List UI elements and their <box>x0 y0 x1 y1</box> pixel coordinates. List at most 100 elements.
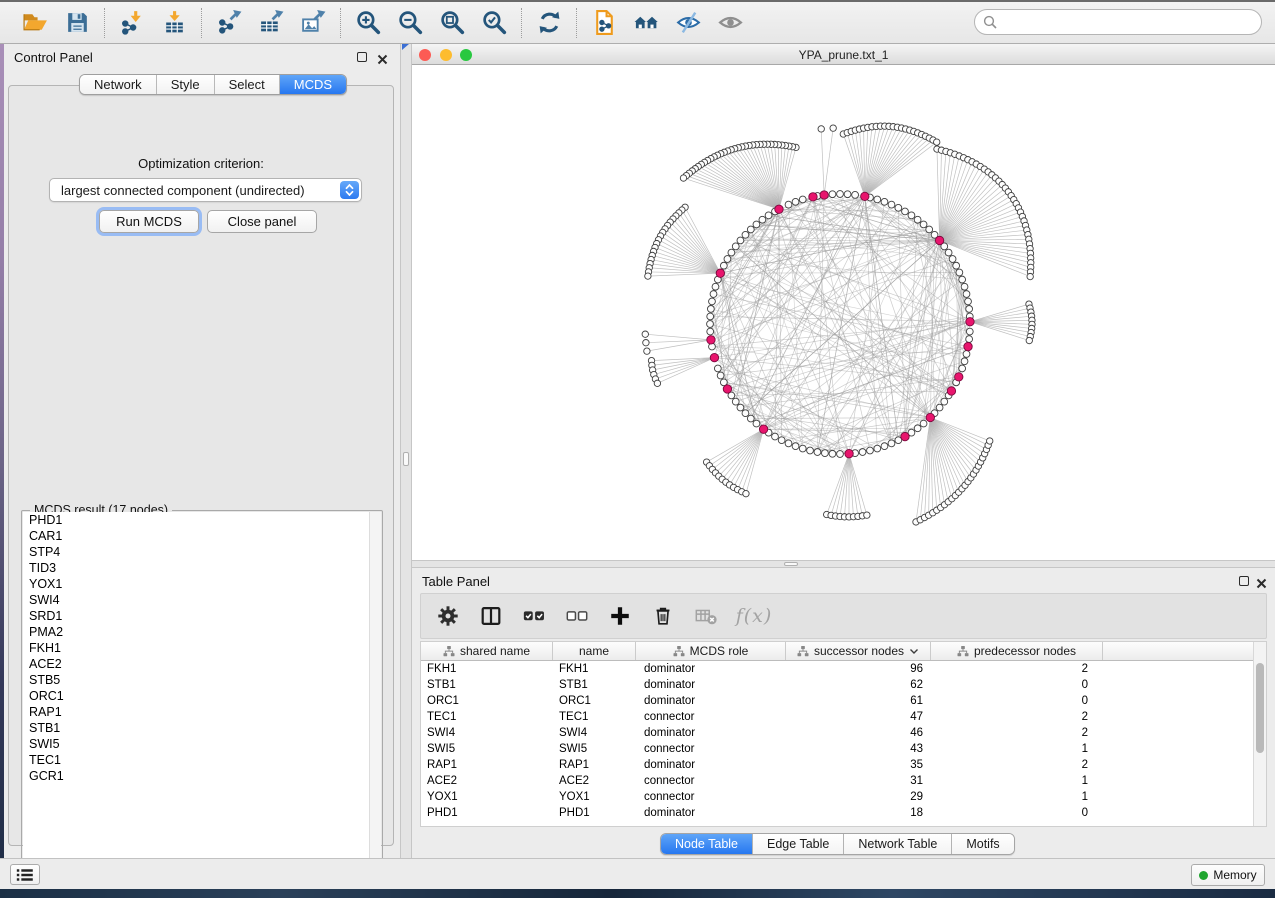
panel-menu-button[interactable] <box>10 864 40 885</box>
column-header-name[interactable]: name <box>553 642 636 660</box>
cell-name: SWI4 <box>553 725 636 741</box>
column-header-filler <box>1103 642 1253 660</box>
result-list-scrollbar[interactable] <box>369 512 381 875</box>
result-list-item[interactable]: RAP1 <box>23 704 371 720</box>
result-list-item[interactable]: SWI5 <box>23 736 371 752</box>
network-window-title: YPA_prune.txt_1 <box>412 48 1275 62</box>
export-table-icon[interactable] <box>257 9 285 37</box>
result-list-item[interactable]: SWI4 <box>23 592 371 608</box>
zoom-fit-icon[interactable] <box>438 9 466 37</box>
result-list-item[interactable]: PMA2 <box>23 624 371 640</box>
result-list-item[interactable]: SRD1 <box>23 608 371 624</box>
export-network-icon[interactable] <box>215 9 243 37</box>
tab-network[interactable]: Network <box>80 75 157 94</box>
main-toolbar <box>0 2 1275 44</box>
table-row[interactable]: STB1STB1dominator620 <box>421 677 1253 693</box>
tab-mcds[interactable]: MCDS <box>280 75 346 94</box>
result-list-item[interactable]: FKH1 <box>23 640 371 656</box>
settings-gear-icon[interactable] <box>435 603 461 629</box>
control-panel-title: Control Panel <box>14 50 93 65</box>
column-header-shared-name[interactable]: shared name <box>421 642 553 660</box>
open-session-icon[interactable] <box>21 9 49 37</box>
network-graph <box>412 65 1275 560</box>
result-list-item[interactable]: PHD1 <box>23 512 371 528</box>
add-column-icon[interactable] <box>607 603 633 629</box>
table-row[interactable]: ACE2ACE2connector311 <box>421 773 1253 789</box>
table-row[interactable]: FKH1FKH1dominator962 <box>421 661 1253 677</box>
table-scrollbar-thumb[interactable] <box>1256 663 1264 753</box>
network-home-icon[interactable] <box>632 9 660 37</box>
network-canvas[interactable] <box>412 65 1275 560</box>
cell-name: FKH1 <box>553 661 636 677</box>
mcds-result-list[interactable]: PHD1CAR1STP4TID3YOX1SWI4SRD1PMA2FKH1ACE2… <box>23 512 371 875</box>
result-list-item[interactable]: STB1 <box>23 720 371 736</box>
run-mcds-button[interactable]: Run MCDS <box>99 210 199 233</box>
table-row[interactable]: SWI5SWI5connector431 <box>421 741 1253 757</box>
cell-name: ORC1 <box>553 693 636 709</box>
result-list-item[interactable]: STP4 <box>23 544 371 560</box>
export-image-icon[interactable] <box>299 9 327 37</box>
column-header-predecessor-nodes[interactable]: predecessor nodes <box>931 642 1103 660</box>
close-panel-icon[interactable] <box>377 52 388 63</box>
memory-button[interactable]: Memory <box>1191 864 1265 886</box>
table-scrollbar[interactable] <box>1253 642 1266 826</box>
result-list-item[interactable]: TEC1 <box>23 752 371 768</box>
cell-successor-nodes: 96 <box>786 661 931 677</box>
zoom-out-icon[interactable] <box>396 9 424 37</box>
share-document-icon[interactable] <box>590 9 618 37</box>
result-list-item[interactable]: ACE2 <box>23 656 371 672</box>
search-icon <box>983 15 997 29</box>
save-session-icon[interactable] <box>63 9 91 37</box>
deselect-all-rows-icon[interactable] <box>564 603 590 629</box>
zoom-selected-icon[interactable] <box>480 9 508 37</box>
result-list-item[interactable]: GCR1 <box>23 768 371 784</box>
list-menu-icon <box>14 866 36 884</box>
result-list-item[interactable]: CAR1 <box>23 528 371 544</box>
search-input[interactable] <box>974 9 1262 35</box>
tab-select[interactable]: Select <box>215 75 280 94</box>
table-row[interactable]: SWI4SWI4dominator462 <box>421 725 1253 741</box>
zoom-in-icon[interactable] <box>354 9 382 37</box>
tab-style[interactable]: Style <box>157 75 215 94</box>
float-panel-icon[interactable] <box>357 52 367 62</box>
cell-MCDS-role: connector <box>636 773 786 789</box>
tab-network-table[interactable]: Network Table <box>844 834 952 854</box>
result-list-item[interactable]: STB5 <box>23 672 371 688</box>
column-layout-icon[interactable] <box>478 603 504 629</box>
close-table-panel-icon[interactable] <box>1256 576 1267 587</box>
vertical-splitter-grip[interactable] <box>403 452 409 466</box>
column-header-successor-nodes[interactable]: successor nodes <box>786 642 931 660</box>
status-bar: Memory <box>0 858 1275 889</box>
tab-edge-table[interactable]: Edge Table <box>753 834 844 854</box>
vertical-splitter[interactable] <box>400 44 412 858</box>
float-table-panel-icon[interactable] <box>1239 576 1249 586</box>
table-row[interactable]: ORC1ORC1dominator610 <box>421 693 1253 709</box>
column-header-MCDS-role[interactable]: MCDS role <box>636 642 786 660</box>
close-panel-button[interactable]: Close panel <box>207 210 317 233</box>
cell-shared-name: RAP1 <box>421 757 553 773</box>
table-row[interactable]: PHD1PHD1dominator180 <box>421 805 1253 821</box>
table-row[interactable]: YOX1YOX1connector291 <box>421 789 1253 805</box>
select-all-rows-icon[interactable] <box>521 603 547 629</box>
horizontal-splitter[interactable] <box>412 560 1275 568</box>
result-list-item[interactable]: YOX1 <box>23 576 371 592</box>
network-window-titlebar: YPA_prune.txt_1 <box>412 44 1275 65</box>
tab-node-table[interactable]: Node Table <box>661 834 753 854</box>
hide-selected-icon[interactable] <box>674 9 702 37</box>
splitter-collapse-arrow-icon[interactable] <box>402 44 409 50</box>
table-row[interactable]: TEC1TEC1connector472 <box>421 709 1253 725</box>
dropdown-stepper-icon <box>340 181 359 199</box>
result-list-item[interactable]: ORC1 <box>23 688 371 704</box>
criterion-dropdown[interactable]: largest connected component (undirected) <box>49 178 362 202</box>
horizontal-splitter-grip[interactable] <box>784 562 798 566</box>
delete-column-icon[interactable] <box>650 603 676 629</box>
cell-predecessor-nodes: 1 <box>931 789 1103 805</box>
refresh-view-icon[interactable] <box>535 9 563 37</box>
tab-motifs[interactable]: Motifs <box>952 834 1013 854</box>
import-network-icon[interactable] <box>118 9 146 37</box>
table-row[interactable]: RAP1RAP1dominator352 <box>421 757 1253 773</box>
cell-successor-nodes: 43 <box>786 741 931 757</box>
result-list-item[interactable]: TID3 <box>23 560 371 576</box>
import-table-icon[interactable] <box>160 9 188 37</box>
show-all-icon[interactable] <box>716 9 744 37</box>
